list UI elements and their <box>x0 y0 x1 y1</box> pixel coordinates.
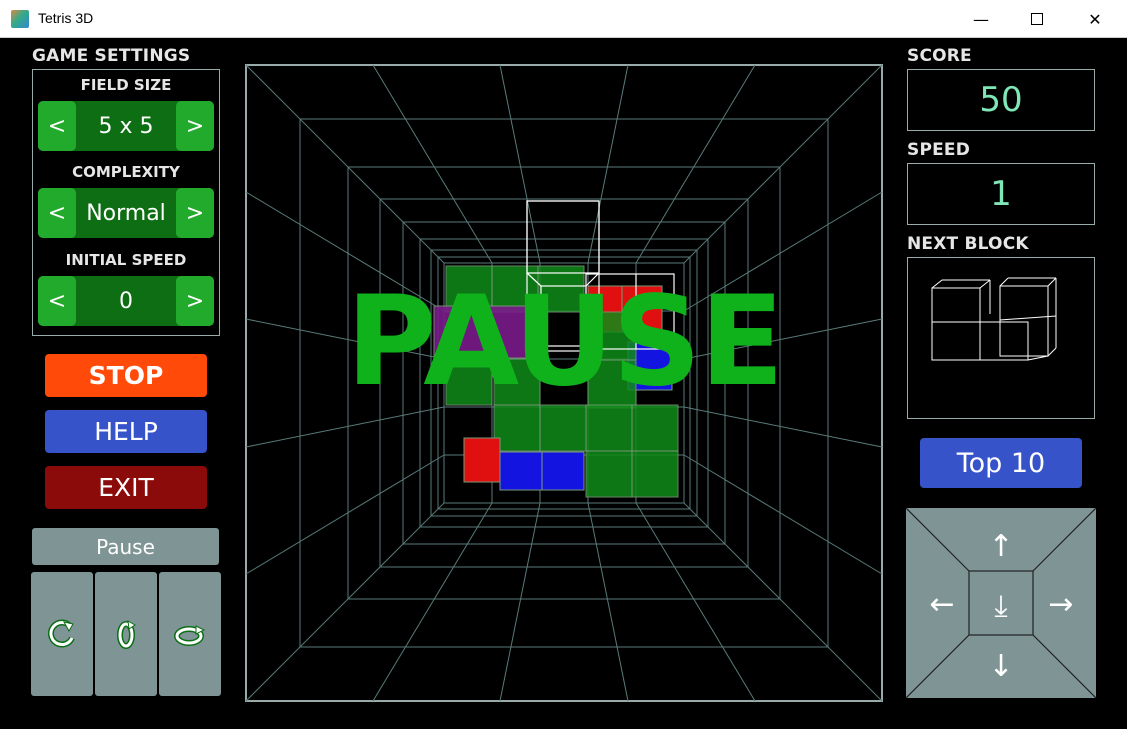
speed-value: 1 <box>907 163 1095 225</box>
minimize-icon: — <box>973 9 989 29</box>
initial-speed-value: 0 <box>119 288 133 314</box>
direction-pad: ↑ ← ⤓ → ↓ <box>906 508 1096 698</box>
rotate-z-icon <box>174 625 206 646</box>
next-block-preview <box>907 257 1095 419</box>
score-label: SCORE <box>907 46 972 66</box>
title-bar: Tetris 3D — ✕ <box>0 0 1127 38</box>
initial-speed-label: INITIAL SPEED <box>65 251 187 269</box>
score-value: 50 <box>907 69 1095 131</box>
drop-icon: ⤓ <box>994 589 1007 624</box>
pause-overlay-text: PAUSE <box>345 270 784 414</box>
complexity-value: Normal <box>86 200 166 226</box>
next-block-label: NEXT BLOCK <box>907 234 1029 254</box>
field-size-next-button[interactable]: > <box>176 101 214 151</box>
field-size-prev-button[interactable]: < <box>38 101 76 151</box>
arrow-down-icon: ↓ <box>988 649 1013 684</box>
close-icon: ✕ <box>1088 9 1102 29</box>
next-block-wireframe <box>931 277 1057 361</box>
rotate-x-icon <box>47 619 75 648</box>
exit-button[interactable]: EXIT <box>45 466 207 509</box>
dpad-drop-button[interactable]: ⤓ <box>969 571 1033 635</box>
pause-button[interactable]: Pause <box>32 528 219 565</box>
minimize-button[interactable]: — <box>958 0 1004 38</box>
arrow-up-icon: ↑ <box>988 529 1013 564</box>
stop-button[interactable]: STOP <box>45 354 207 397</box>
close-button[interactable]: ✕ <box>1072 0 1118 38</box>
help-button[interactable]: HELP <box>45 410 207 453</box>
field-size-stepper: < 5 x 5 > <box>38 101 214 151</box>
speed-label: SPEED <box>907 140 971 160</box>
game-settings-title: GAME SETTINGS <box>32 46 191 66</box>
arrow-left-icon: ← <box>929 587 954 622</box>
top10-button[interactable]: Top 10 <box>920 438 1082 488</box>
field-size-label: FIELD SIZE <box>80 76 172 94</box>
rotate-z-button[interactable] <box>159 572 221 696</box>
rotate-y-button[interactable] <box>95 572 157 696</box>
initial-speed-next-button[interactable]: > <box>176 276 214 326</box>
initial-speed-stepper: < 0 > <box>38 276 214 326</box>
complexity-label: COMPLEXITY <box>72 163 180 181</box>
rotate-y-icon <box>117 620 136 649</box>
complexity-prev-button[interactable]: < <box>38 188 76 238</box>
field-size-value: 5 x 5 <box>98 113 154 139</box>
app-icon <box>11 10 29 28</box>
complexity-stepper: < Normal > <box>38 188 214 238</box>
initial-speed-prev-button[interactable]: < <box>38 276 76 326</box>
maximize-icon <box>1031 13 1043 25</box>
maximize-button[interactable] <box>1014 0 1060 38</box>
window-title: Tetris 3D <box>38 10 94 26</box>
arrow-right-icon: → <box>1048 587 1073 622</box>
rotate-x-button[interactable] <box>31 572 93 696</box>
complexity-next-button[interactable]: > <box>176 188 214 238</box>
